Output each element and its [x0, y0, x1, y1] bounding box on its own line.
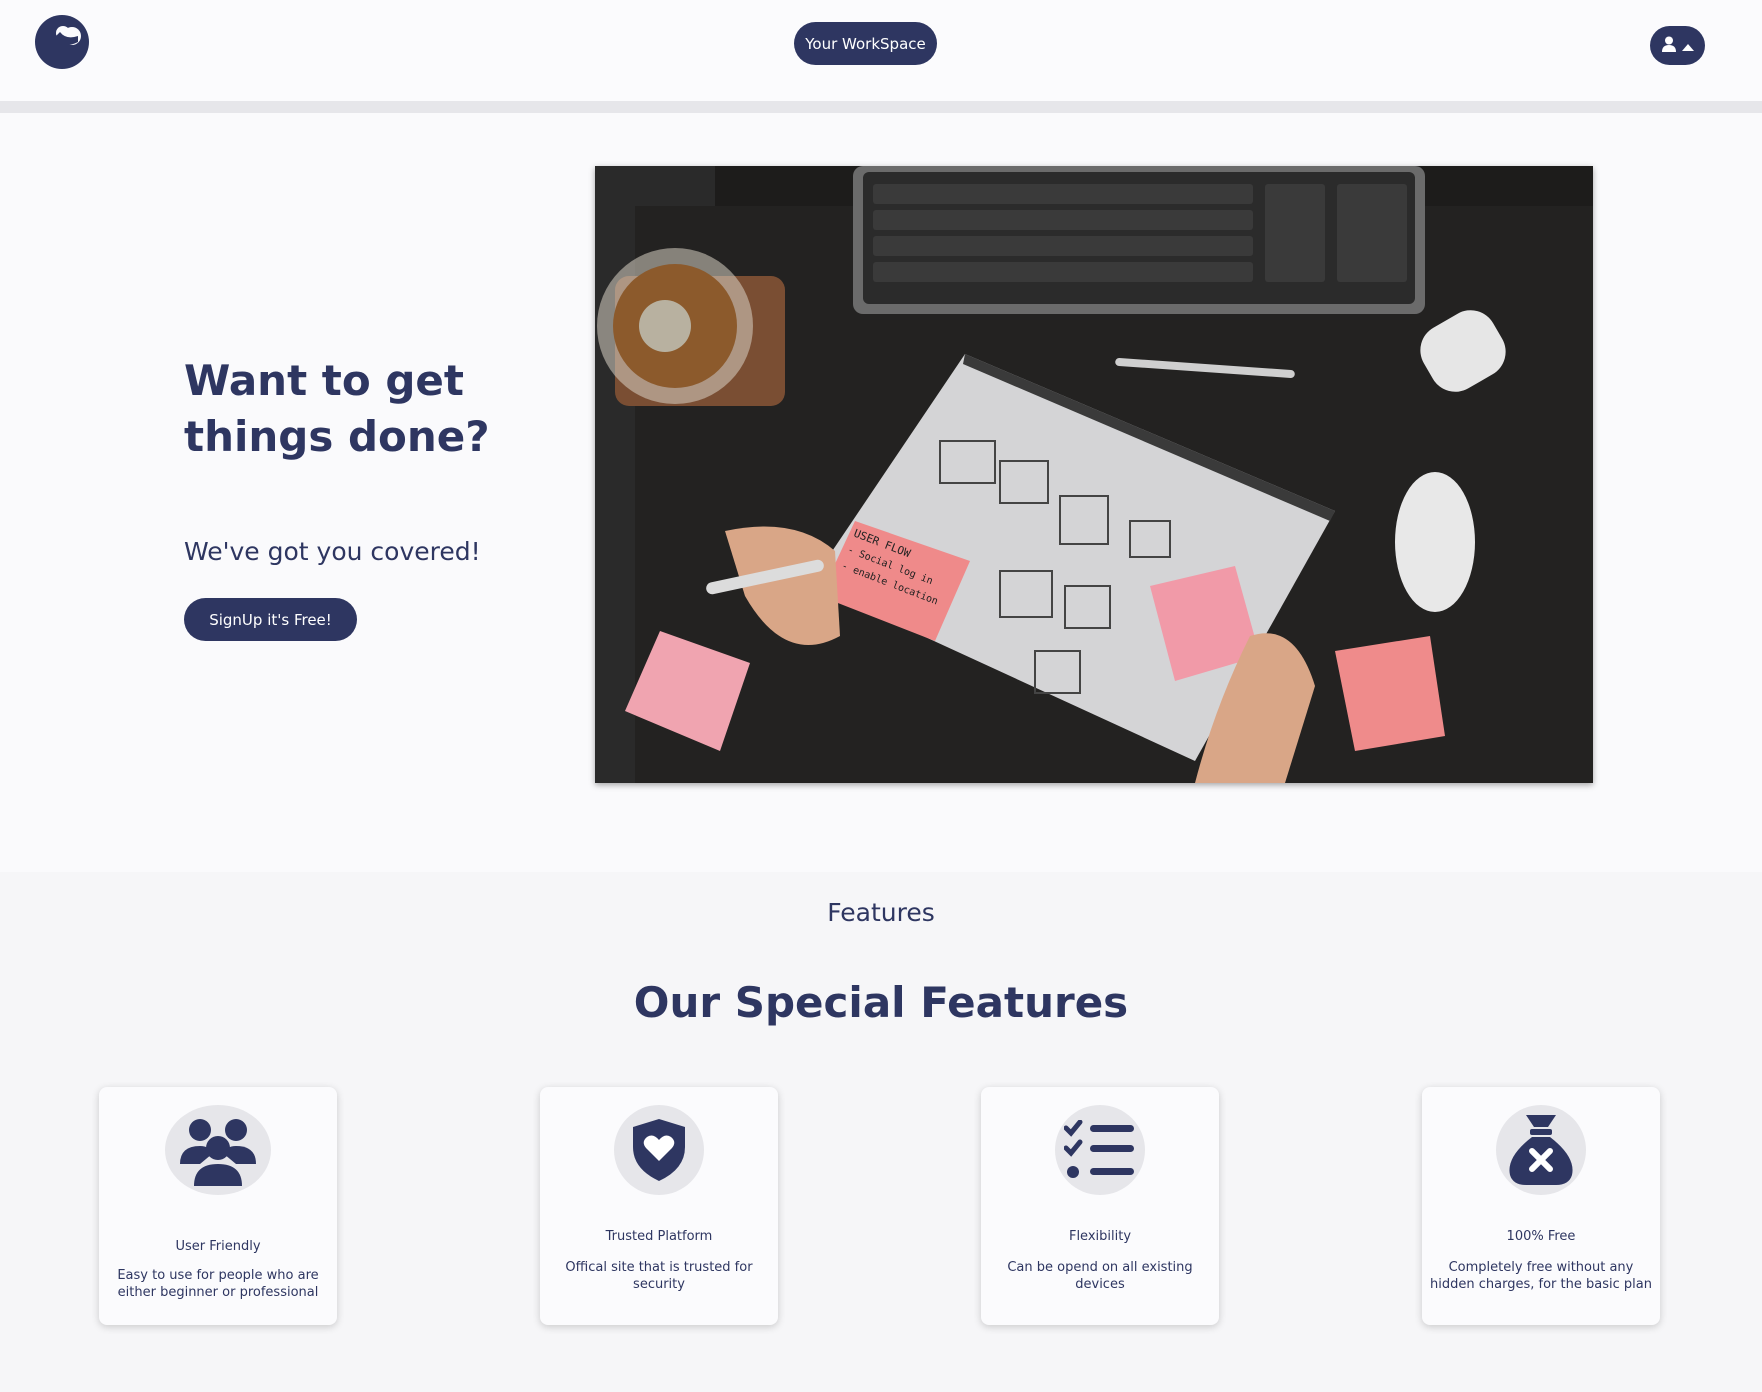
app-logo-icon[interactable]	[34, 14, 90, 70]
feature-description: Offical site that is trusted for securit…	[565, 1260, 753, 1292]
feature-title: Trusted Platform	[605, 1229, 713, 1244]
feature-card-free: 100% Free Completely free without any hi…	[1422, 1087, 1660, 1325]
money-bag-icon	[1496, 1105, 1586, 1195]
features-section: Features Our Special Features User Frien…	[0, 872, 1762, 1392]
hero-section: Want to get things done? We've got you c…	[0, 113, 1762, 872]
user-icon	[1661, 36, 1676, 56]
feature-title: User Friendly	[175, 1239, 261, 1254]
users-icon	[165, 1105, 271, 1195]
signup-button[interactable]: SignUp it's Free!	[184, 598, 357, 641]
feature-description: Can be opend on all existing devices	[1007, 1260, 1193, 1292]
caret-up-icon	[1681, 36, 1694, 55]
list-check-icon	[1055, 1105, 1145, 1195]
shield-heart-icon	[614, 1105, 704, 1195]
feature-title: 100% Free	[1506, 1229, 1576, 1244]
feature-card-trusted-platform: Trusted Platform Offical site that is tr…	[540, 1087, 778, 1325]
feature-title: Flexibility	[1068, 1229, 1132, 1244]
feature-description: Completely free without any hidden charg…	[1430, 1260, 1652, 1292]
hero-title: Want to get things done?	[184, 356, 490, 461]
features-title: Our Special Features	[633, 978, 1129, 1027]
features-label: Features	[827, 898, 935, 927]
feature-description: Easy to use for people who are either be…	[117, 1268, 319, 1300]
top-navbar: Your WorkSpace	[0, 0, 1762, 113]
feature-card-flexibility: Flexibility Can be opend on all existing…	[981, 1087, 1219, 1325]
hero-subtitle: We've got you covered!	[184, 537, 481, 566]
hero-image: USER FLOW - Social log in - enable locat…	[595, 166, 1593, 783]
feature-card-user-friendly: User Friendly Easy to use for people who…	[99, 1087, 337, 1325]
workspace-button[interactable]: Your WorkSpace	[794, 22, 937, 65]
user-menu-button[interactable]	[1650, 26, 1705, 65]
